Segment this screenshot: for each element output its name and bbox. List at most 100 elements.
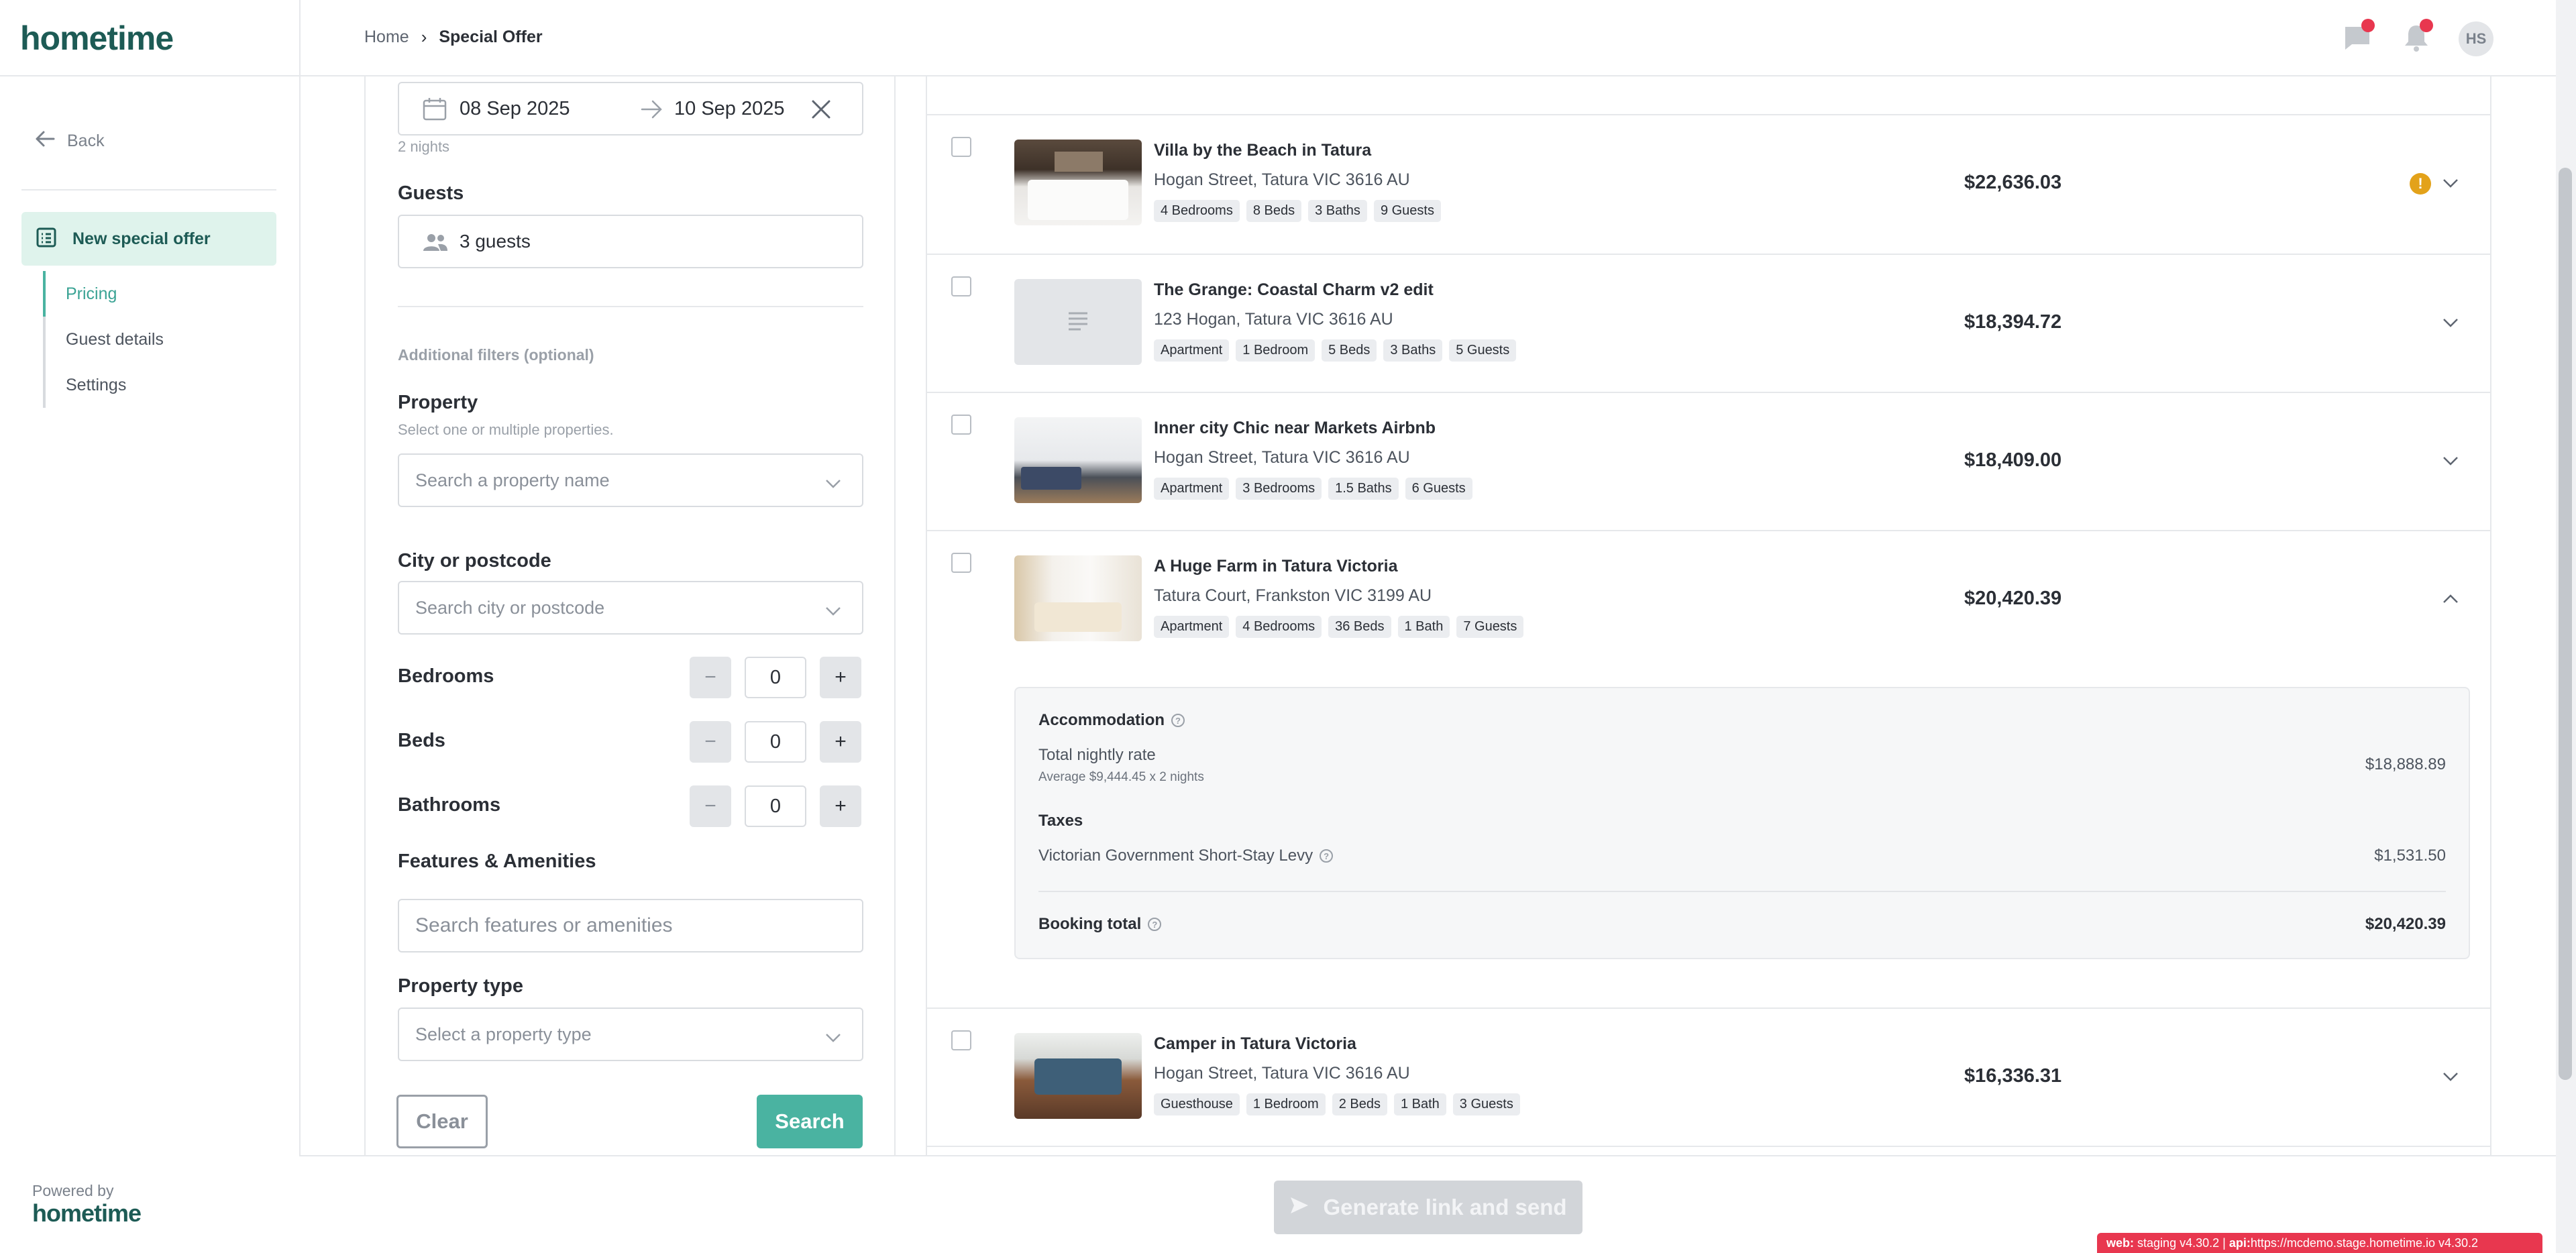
- accommodation-label: Accommodation: [1038, 711, 1165, 729]
- hometime-footer-logo: hometime: [32, 1199, 142, 1227]
- tag: 4 Bedrooms: [1154, 200, 1240, 222]
- property-tags: Apartment 1 Bedroom 5 Beds 3 Baths 5 Gue…: [1154, 339, 1517, 362]
- property-thumbnail[interactable]: [1014, 555, 1142, 641]
- subnav-guest-details[interactable]: Guest details: [43, 317, 271, 362]
- scrollbar-thumb[interactable]: [2559, 168, 2572, 1080]
- property-title[interactable]: Inner city Chic near Markets Airbnb: [1154, 419, 1436, 438]
- property-title[interactable]: A Huge Farm in Tatura Victoria: [1154, 557, 1398, 576]
- date-to[interactable]: 10 Sep 2025: [674, 98, 784, 120]
- back-label: Back: [67, 131, 105, 150]
- bedrooms-value[interactable]: 0: [745, 657, 806, 698]
- clear-button[interactable]: Clear: [396, 1095, 488, 1148]
- date-range-picker[interactable]: 08 Sep 2025 10 Sep 2025: [398, 82, 863, 135]
- user-avatar[interactable]: HS: [2459, 21, 2493, 56]
- property-thumbnail-placeholder[interactable]: [1014, 279, 1142, 365]
- city-label: City or postcode: [398, 550, 551, 571]
- tag: 9 Guests: [1373, 200, 1441, 222]
- sidebar-subnav: Pricing Guest details Settings: [43, 271, 271, 408]
- close-icon[interactable]: [810, 98, 833, 124]
- city-search-select[interactable]: Search city or postcode: [398, 581, 863, 635]
- tag: 6 Guests: [1405, 478, 1472, 500]
- bathrooms-stepper: − 0 +: [690, 785, 861, 827]
- tag: 3 Baths: [1308, 200, 1367, 222]
- result-row-expanded[interactable]: A Huge Farm in Tatura Victoria Tatura Co…: [927, 530, 2490, 1007]
- tag: 5 Guests: [1449, 339, 1517, 362]
- back-button[interactable]: Back: [35, 130, 105, 152]
- bedrooms-increment-button[interactable]: +: [820, 657, 861, 698]
- filter-divider: [398, 306, 863, 307]
- help-icon[interactable]: ?: [1148, 918, 1162, 931]
- result-row[interactable]: Camper in Tatura Victoria Hogan Street, …: [927, 1007, 2490, 1146]
- tag: 3 Baths: [1383, 339, 1443, 362]
- property-type-select[interactable]: Select a property type: [398, 1007, 863, 1061]
- property-title[interactable]: Camper in Tatura Victoria: [1154, 1034, 1356, 1054]
- row-checkbox[interactable]: [951, 137, 971, 157]
- bathrooms-increment-button[interactable]: +: [820, 785, 861, 827]
- tag: 36 Beds: [1328, 616, 1391, 638]
- beds-increment-button[interactable]: +: [820, 721, 861, 763]
- subnav-settings[interactable]: Settings: [43, 362, 271, 408]
- help-icon[interactable]: ?: [1320, 849, 1334, 863]
- result-row[interactable]: Inner city Chic near Markets Airbnb Hoga…: [927, 392, 2490, 530]
- property-title[interactable]: The Grange: Coastal Charm v2 edit: [1154, 280, 1434, 300]
- row-checkbox[interactable]: [951, 1030, 971, 1050]
- property-thumbnail[interactable]: [1014, 1033, 1142, 1119]
- breadcrumb-home[interactable]: Home: [364, 28, 409, 47]
- chevron-down-icon: [824, 601, 842, 622]
- property-thumbnail[interactable]: [1014, 140, 1142, 225]
- warning-icon[interactable]: !: [2410, 173, 2431, 195]
- date-from[interactable]: 08 Sep 2025: [460, 98, 570, 120]
- beds-stepper: − 0 +: [690, 721, 861, 763]
- bathrooms-value[interactable]: 0: [745, 785, 806, 827]
- bathrooms-decrement-button[interactable]: −: [690, 785, 731, 827]
- bedrooms-decrement-button[interactable]: −: [690, 657, 731, 698]
- booking-total-label: Booking total: [1038, 915, 1142, 933]
- guests-selector[interactable]: 3 guests: [398, 215, 863, 268]
- sidebar-item-new-special-offer[interactable]: New special offer: [21, 212, 276, 266]
- breakdown-divider: [1038, 891, 2446, 892]
- result-row[interactable]: Villa by the Beach in Tatura Hogan Stree…: [927, 115, 2490, 254]
- row-checkbox[interactable]: [951, 276, 971, 296]
- chevron-down-icon[interactable]: [2442, 317, 2459, 332]
- features-search-input[interactable]: Search features or amenities: [398, 899, 863, 952]
- property-placeholder: Search a property name: [415, 470, 610, 490]
- subnav-pricing[interactable]: Pricing: [43, 271, 271, 317]
- chevron-down-icon[interactable]: [2442, 1071, 2459, 1086]
- guests-value: 3 guests: [460, 231, 531, 252]
- row-checkbox[interactable]: [951, 415, 971, 435]
- nights-count: 2 nights: [398, 138, 450, 155]
- beds-decrement-button[interactable]: −: [690, 721, 731, 763]
- tag: Apartment: [1154, 339, 1230, 362]
- search-button[interactable]: Search: [757, 1095, 863, 1148]
- env-web-value: staging v4.30.2: [2137, 1236, 2220, 1250]
- hometime-logo[interactable]: hometime: [20, 19, 174, 58]
- property-hint: Select one or multiple properties.: [398, 421, 614, 438]
- chevron-up-icon[interactable]: [2442, 593, 2459, 608]
- chevron-down-icon[interactable]: [2442, 177, 2459, 193]
- chevron-down-icon[interactable]: [2442, 455, 2459, 470]
- help-icon[interactable]: ?: [1171, 714, 1185, 727]
- beds-value[interactable]: 0: [745, 721, 806, 763]
- tag: 1 Bedroom: [1236, 339, 1316, 362]
- booking-total-value: $20,420.39: [2365, 915, 2446, 933]
- property-thumbnail[interactable]: [1014, 417, 1142, 503]
- booking-total-heading: Booking total ?: [1038, 915, 1162, 934]
- generate-link-button[interactable]: Generate link and send: [1274, 1181, 1582, 1234]
- nightly-rate-label: Total nightly rate: [1038, 746, 1156, 764]
- row-checkbox[interactable]: [951, 553, 971, 573]
- price-breakdown: Accommodation ? Total nightly rate Avera…: [1014, 687, 2470, 959]
- env-web-label: web:: [2106, 1236, 2135, 1250]
- result-row[interactable]: The Grange: Coastal Charm v2 edit 123 Ho…: [927, 254, 2490, 392]
- chevron-down-icon: [824, 474, 842, 494]
- tag: 1.5 Baths: [1328, 478, 1399, 500]
- tag: 2 Beds: [1332, 1093, 1387, 1115]
- bedrooms-label: Bedrooms: [398, 665, 494, 687]
- tag: 4 Bedrooms: [1236, 616, 1322, 638]
- property-tags: 4 Bedrooms 8 Beds 3 Baths 9 Guests: [1154, 200, 1441, 222]
- property-address: Hogan Street, Tatura VIC 3616 AU: [1154, 170, 1410, 189]
- arrow-right-icon: [641, 99, 663, 123]
- property-tags: Apartment 4 Bedrooms 36 Beds 1 Bath 7 Gu…: [1154, 616, 1524, 638]
- powered-by-label: Powered by: [32, 1182, 114, 1199]
- property-search-select[interactable]: Search a property name: [398, 453, 863, 507]
- property-title[interactable]: Villa by the Beach in Tatura: [1154, 141, 1371, 160]
